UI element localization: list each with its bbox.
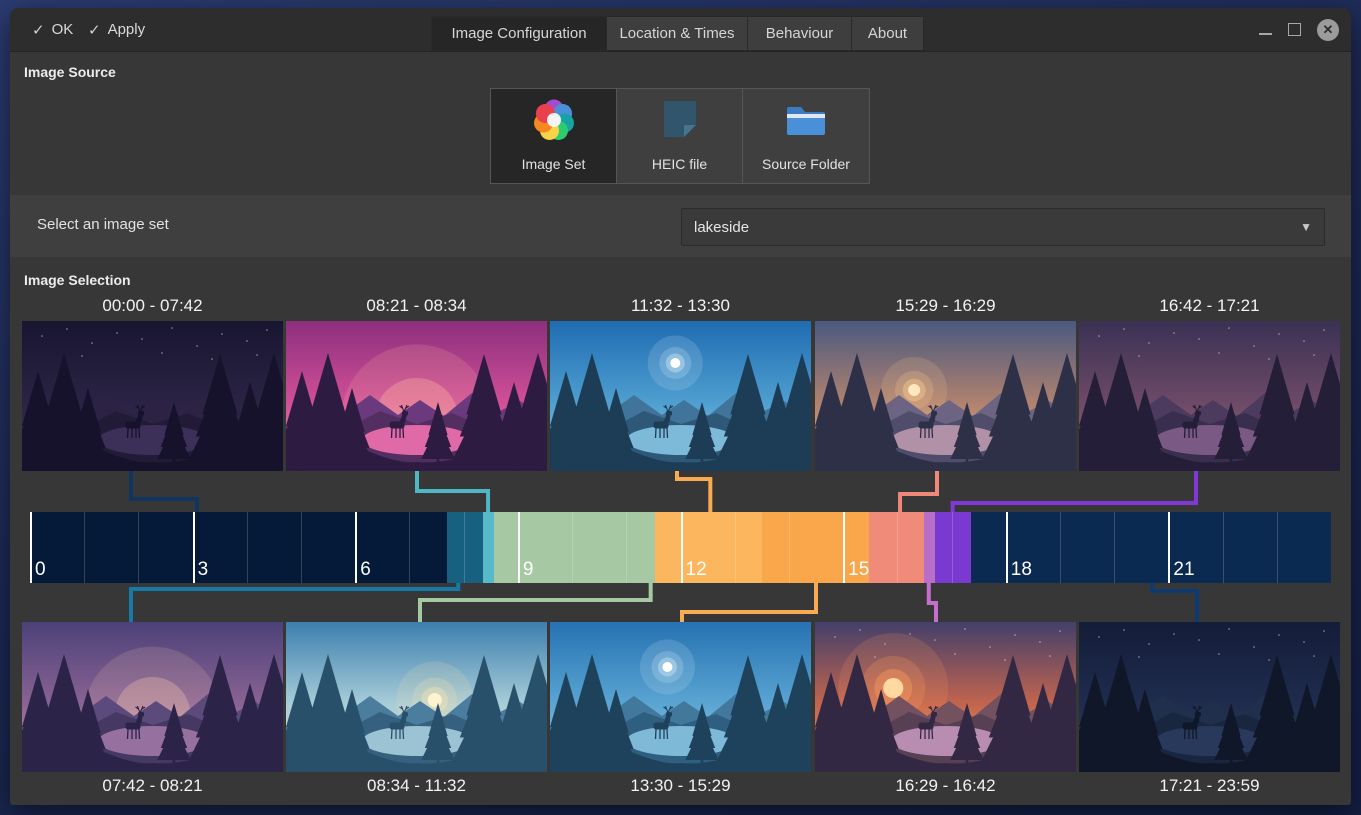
source-type-group: Image Set HEIC file Source Folder	[490, 88, 870, 184]
time-range-label: 00:00 - 07:42	[22, 296, 283, 316]
timeline-segment	[447, 512, 482, 583]
timeline-hour-label: 0	[35, 559, 46, 581]
source-type-label: Source Folder	[762, 156, 850, 172]
heic-file-icon	[655, 95, 705, 145]
app-window: ✓ OK ✓ Apply Image Configuration Locatio…	[10, 8, 1351, 805]
tab-about[interactable]: About	[852, 16, 924, 51]
timeline-hour-label: 15	[848, 559, 869, 581]
ok-button[interactable]: ✓ OK	[32, 8, 73, 51]
tab-behaviour[interactable]: Behaviour	[748, 16, 852, 51]
timeline-hour-gridline	[301, 512, 302, 583]
time-range-label: 15:29 - 16:29	[815, 296, 1076, 316]
source-type-label: HEIC file	[652, 156, 707, 172]
apply-button[interactable]: ✓ Apply	[88, 8, 145, 51]
timeline-hour-label: 18	[1011, 559, 1032, 581]
timeline-hour-gridline	[572, 512, 573, 583]
timeline-hour-marker	[681, 512, 683, 583]
image-selection-heading: Image Selection	[24, 272, 131, 288]
time-range-label: 16:42 - 17:21	[1079, 296, 1340, 316]
timeline-hour-marker	[1168, 512, 1170, 583]
source-type-source-folder[interactable]: Source Folder	[743, 89, 869, 183]
tab-bar: Image Configuration Location & Times Beh…	[431, 16, 924, 51]
wallpaper-thumbnail[interactable]	[22, 622, 283, 772]
day-timeline: 0 3 6 9 12 15 18 21	[30, 512, 1331, 583]
timeline-hour-marker	[193, 512, 195, 583]
header-bar: ✓ OK ✓ Apply Image Configuration Locatio…	[10, 8, 1351, 52]
source-type-heic-file[interactable]: HEIC file	[617, 89, 743, 183]
wallpaper-thumbnail[interactable]	[815, 321, 1076, 471]
timeline-hour-marker	[518, 512, 520, 583]
timeline-hour-gridline	[626, 512, 627, 583]
timeline-hour-label: 3	[198, 559, 209, 581]
ok-button-label: OK	[52, 21, 74, 38]
image-set-pinwheel-icon	[529, 95, 579, 145]
timeline-hour-gridline	[1114, 512, 1115, 583]
time-range-label: 16:29 - 16:42	[815, 776, 1076, 796]
wallpaper-thumbnail[interactable]	[286, 622, 547, 772]
wallpaper-thumbnail[interactable]	[286, 321, 547, 471]
timeline-hour-gridline	[247, 512, 248, 583]
check-icon: ✓	[88, 21, 101, 39]
timeline-hour-gridline	[409, 512, 410, 583]
timeline-hour-gridline	[138, 512, 139, 583]
time-range-label: 08:34 - 11:32	[286, 776, 547, 796]
image-set-dropdown[interactable]: lakeside ▼	[681, 208, 1325, 246]
wallpaper-thumbnail[interactable]	[550, 622, 811, 772]
timeline-hour-label: 12	[686, 559, 707, 581]
time-range-label: 07:42 - 08:21	[22, 776, 283, 796]
chevron-down-icon: ▼	[1300, 220, 1312, 234]
source-type-image-set[interactable]: Image Set	[491, 89, 617, 183]
timeline-segment	[924, 512, 936, 583]
timeline-hour-label: 6	[360, 559, 371, 581]
desktop: { "window": { "header": { "ok_label": "O…	[0, 0, 1361, 815]
check-icon: ✓	[32, 21, 45, 39]
source-type-label: Image Set	[522, 156, 586, 172]
timeline-segment	[483, 512, 495, 583]
select-image-set-label: Select an image set	[37, 216, 169, 233]
timeline-hour-marker	[843, 512, 845, 583]
timeline-hour-gridline	[464, 512, 465, 583]
window-controls: ✕	[1259, 8, 1339, 51]
time-range-label: 13:30 - 15:29	[550, 776, 811, 796]
wallpaper-thumbnail[interactable]	[1079, 321, 1340, 471]
image-set-dropdown-value: lakeside	[694, 219, 749, 236]
tab-image-configuration[interactable]: Image Configuration	[431, 16, 607, 51]
timeline-hour-gridline	[1060, 512, 1061, 583]
timeline-segment	[30, 512, 447, 583]
image-source-heading: Image Source	[24, 64, 116, 80]
time-range-label: 17:21 - 23:59	[1079, 776, 1340, 796]
timeline-hour-gridline	[1277, 512, 1278, 583]
wallpaper-thumbnail[interactable]	[550, 321, 811, 471]
timeline-hour-marker	[30, 512, 32, 583]
timeline-hour-gridline	[952, 512, 953, 583]
apply-button-label: Apply	[108, 21, 146, 38]
timeline-hour-gridline	[1223, 512, 1224, 583]
timeline-hour-marker	[1006, 512, 1008, 583]
timeline-segment	[935, 512, 970, 583]
minimize-icon[interactable]	[1259, 33, 1272, 35]
time-range-label: 11:32 - 13:30	[550, 296, 811, 316]
close-icon[interactable]: ✕	[1317, 19, 1339, 41]
wallpaper-thumbnail[interactable]	[1079, 622, 1340, 772]
timeline-hour-label: 9	[523, 559, 534, 581]
timeline-hour-gridline	[735, 512, 736, 583]
timeline-segment	[655, 512, 762, 583]
timeline-hour-gridline	[897, 512, 898, 583]
folder-icon	[781, 95, 831, 145]
maximize-icon[interactable]	[1288, 23, 1301, 36]
tab-location-times[interactable]: Location & Times	[607, 16, 748, 51]
wallpaper-thumbnail[interactable]	[815, 622, 1076, 772]
timeline-hour-gridline	[789, 512, 790, 583]
timeline-hour-label: 21	[1173, 559, 1194, 581]
wallpaper-thumbnail[interactable]	[22, 321, 283, 471]
timeline-hour-marker	[355, 512, 357, 583]
time-range-label: 08:21 - 08:34	[286, 296, 547, 316]
timeline-hour-gridline	[84, 512, 85, 583]
